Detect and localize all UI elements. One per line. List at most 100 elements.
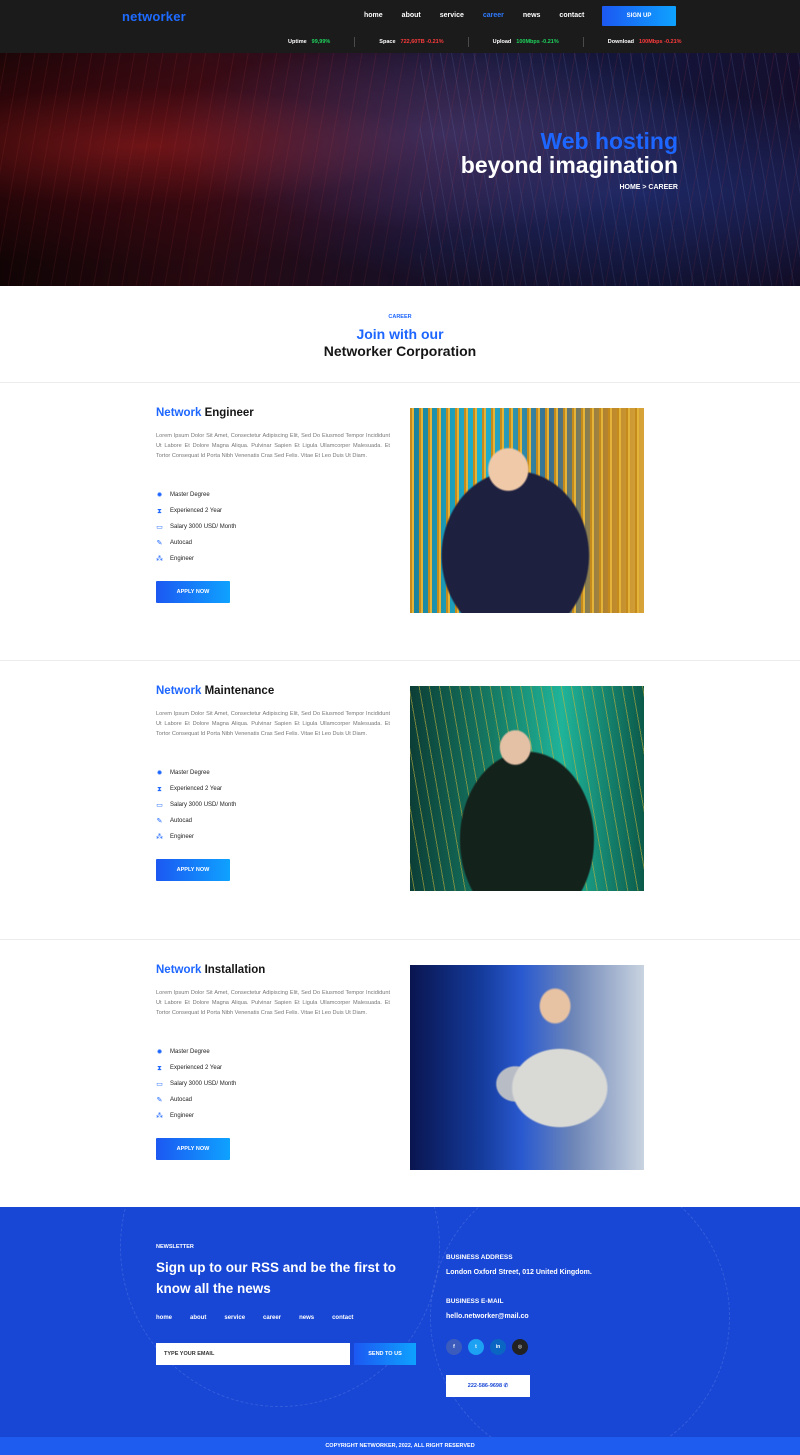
brush-icon: ✎ xyxy=(156,817,163,825)
stat-uptime: Uptime 99,99% xyxy=(288,37,330,47)
footer-nav-service[interactable]: service xyxy=(224,1315,245,1321)
hourglass-icon: ⧗ xyxy=(157,785,162,793)
server-stats: Uptime 99,99% Space 722,60TB -0.21% Uplo… xyxy=(288,37,682,47)
hero-banner: Web hosting beyond imagination HOME > CA… xyxy=(0,53,800,286)
network-icon: ⁂ xyxy=(156,555,163,563)
stat-divider xyxy=(582,37,584,47)
apply-now-button[interactable]: APPLY NOW xyxy=(156,1138,230,1160)
breadcrumb[interactable]: HOME > CAREER xyxy=(619,184,678,191)
list-item: ▭ Salary 3000 USD/ Month xyxy=(156,1080,237,1088)
footer-nav-about[interactable]: about xyxy=(190,1315,206,1321)
phone-icon: ✆ xyxy=(503,1383,509,1389)
nav-service[interactable]: service xyxy=(440,12,464,19)
linkedin-icon[interactable]: in xyxy=(490,1339,506,1355)
card-icon: ▭ xyxy=(156,523,163,531)
address-label: BUSINESS ADDRESS xyxy=(446,1254,513,1261)
job-features: ✹ Master Degree ⧗ Experienced 2 Year ▭ Sala… xyxy=(156,487,236,567)
job-photo xyxy=(410,686,644,891)
list-item: ⁂ Engineer xyxy=(156,555,195,563)
job-card-engineer: Network Engineer Lorem Ipsum Dolor Sit A… xyxy=(0,382,800,660)
hourglass-icon: ⧗ xyxy=(157,1064,162,1072)
nav-career[interactable]: career xyxy=(483,12,504,19)
hourglass-icon: ⧗ xyxy=(157,507,162,515)
gear-icon: ✹ xyxy=(156,769,163,777)
list-item: ✹ Master Degree xyxy=(156,769,210,777)
stat-value: 722,60TB -0.21% xyxy=(400,39,444,45)
job-features: ✹ Master Degree ⧗ Experienced 2 Year ▭ Sala… xyxy=(156,765,236,845)
job-card-installation: Network Installation Lorem Ipsum Dolor S… xyxy=(0,939,800,1217)
send-button[interactable]: SEND TO US xyxy=(354,1343,416,1365)
list-item: ⧗ Experienced 2 Year xyxy=(157,1064,223,1072)
job-title: Network Maintenance xyxy=(156,685,275,697)
footer-nav-home[interactable]: home xyxy=(156,1315,172,1321)
gear-icon: ✹ xyxy=(156,1048,163,1056)
address-value: London Oxford Street, 012 United Kingdom… xyxy=(446,1269,592,1276)
list-item: ⧗ Experienced 2 Year xyxy=(157,785,223,793)
job-card-maintenance: Network Maintenance Lorem Ipsum Dolor Si… xyxy=(0,660,800,938)
list-item: ✎ Autocad xyxy=(156,1096,193,1104)
network-icon: ⁂ xyxy=(156,833,163,841)
job-description: Lorem Ipsum Dolor Sit Amet, Consectetur … xyxy=(156,711,390,737)
list-item: ✎ Autocad xyxy=(156,539,193,547)
copyright-bar: COPYRIGHT NETWORKER, 2022, ALL RIGHT RES… xyxy=(0,1437,800,1455)
logo[interactable]: networker xyxy=(122,9,186,24)
business-email-value[interactable]: hello.networker@mail.co xyxy=(446,1313,529,1320)
section-title: Networker Corporation xyxy=(323,343,477,359)
list-item: ⁂ Engineer xyxy=(156,1112,195,1120)
stat-space: Space 722,60TB -0.21% xyxy=(379,37,443,47)
twitter-icon[interactable]: t xyxy=(468,1339,484,1355)
stat-divider xyxy=(354,37,356,47)
list-item: ✹ Master Degree xyxy=(156,1048,210,1056)
footer-nav-career[interactable]: career xyxy=(263,1315,281,1321)
phone-button[interactable]: 222-586-9698 ✆ xyxy=(446,1375,530,1397)
footer-nav-news[interactable]: news xyxy=(299,1315,314,1321)
footer-nav-contact[interactable]: contact xyxy=(332,1315,353,1321)
nav-news[interactable]: news xyxy=(523,12,541,19)
network-icon: ⁂ xyxy=(156,1112,163,1120)
brush-icon: ✎ xyxy=(156,1096,163,1104)
job-photo xyxy=(410,408,644,613)
newsletter-label: NEWSLETTER xyxy=(156,1244,194,1250)
list-item: ▭ Salary 3000 USD/ Month xyxy=(156,523,237,531)
stat-label: Download xyxy=(607,39,635,45)
job-title: Network Installation xyxy=(156,964,266,976)
main-nav: home about service career news contact xyxy=(364,12,603,19)
job-description: Lorem Ipsum Dolor Sit Amet, Consectetur … xyxy=(156,990,390,1016)
footer: NEWSLETTER Sign up to our RSS and be the… xyxy=(0,1207,800,1437)
facebook-icon[interactable]: f xyxy=(446,1339,462,1355)
list-item: ▭ Salary 3000 USD/ Month xyxy=(156,801,237,809)
list-item: ✎ Autocad xyxy=(156,817,193,825)
nav-about[interactable]: about xyxy=(402,12,421,19)
decorative-ring xyxy=(120,1207,440,1407)
nav-contact[interactable]: contact xyxy=(559,12,584,19)
job-description: Lorem Ipsum Dolor Sit Amet, Consectetur … xyxy=(156,433,390,459)
email-field[interactable] xyxy=(156,1343,350,1365)
decorative-ring xyxy=(430,1207,730,1437)
job-features: ✹ Master Degree ⧗ Experienced 2 Year ▭ Sala… xyxy=(156,1044,236,1124)
gear-icon: ✹ xyxy=(156,491,163,499)
hero-title: beyond imagination xyxy=(460,152,678,178)
card-icon: ▭ xyxy=(156,801,163,809)
stat-download: Download 100Mbps -0.21% xyxy=(608,37,682,47)
stat-label: Space xyxy=(379,39,396,45)
section-title-accent: Join with our xyxy=(356,326,444,342)
stat-divider xyxy=(467,37,469,47)
stat-value: 100Mbps -0.21% xyxy=(639,39,682,45)
footer-nav: home about service career news contact xyxy=(156,1315,371,1321)
brush-icon: ✎ xyxy=(156,539,163,547)
instagram-icon[interactable]: ◎ xyxy=(512,1339,528,1355)
stat-upload: Upload 100Mbps -0.21% xyxy=(493,37,559,47)
nav-home[interactable]: home xyxy=(364,12,383,19)
stat-label: Uptime xyxy=(288,39,307,45)
apply-now-button[interactable]: APPLY NOW xyxy=(156,859,230,881)
apply-now-button[interactable]: APPLY NOW xyxy=(156,581,230,603)
section-label: CAREER xyxy=(388,314,412,320)
newsletter-title: Sign up to our RSS and be the first to k… xyxy=(156,1260,396,1296)
signup-button[interactable]: SIGN UP xyxy=(602,6,676,26)
hero-title-accent: Web hosting xyxy=(540,128,678,154)
stat-value: 99,99% xyxy=(311,39,331,45)
stat-value: 100Mbps -0.21% xyxy=(516,39,559,45)
list-item: ⁂ Engineer xyxy=(156,833,195,841)
stat-label: Upload xyxy=(492,39,512,45)
list-item: ✹ Master Degree xyxy=(156,491,210,499)
